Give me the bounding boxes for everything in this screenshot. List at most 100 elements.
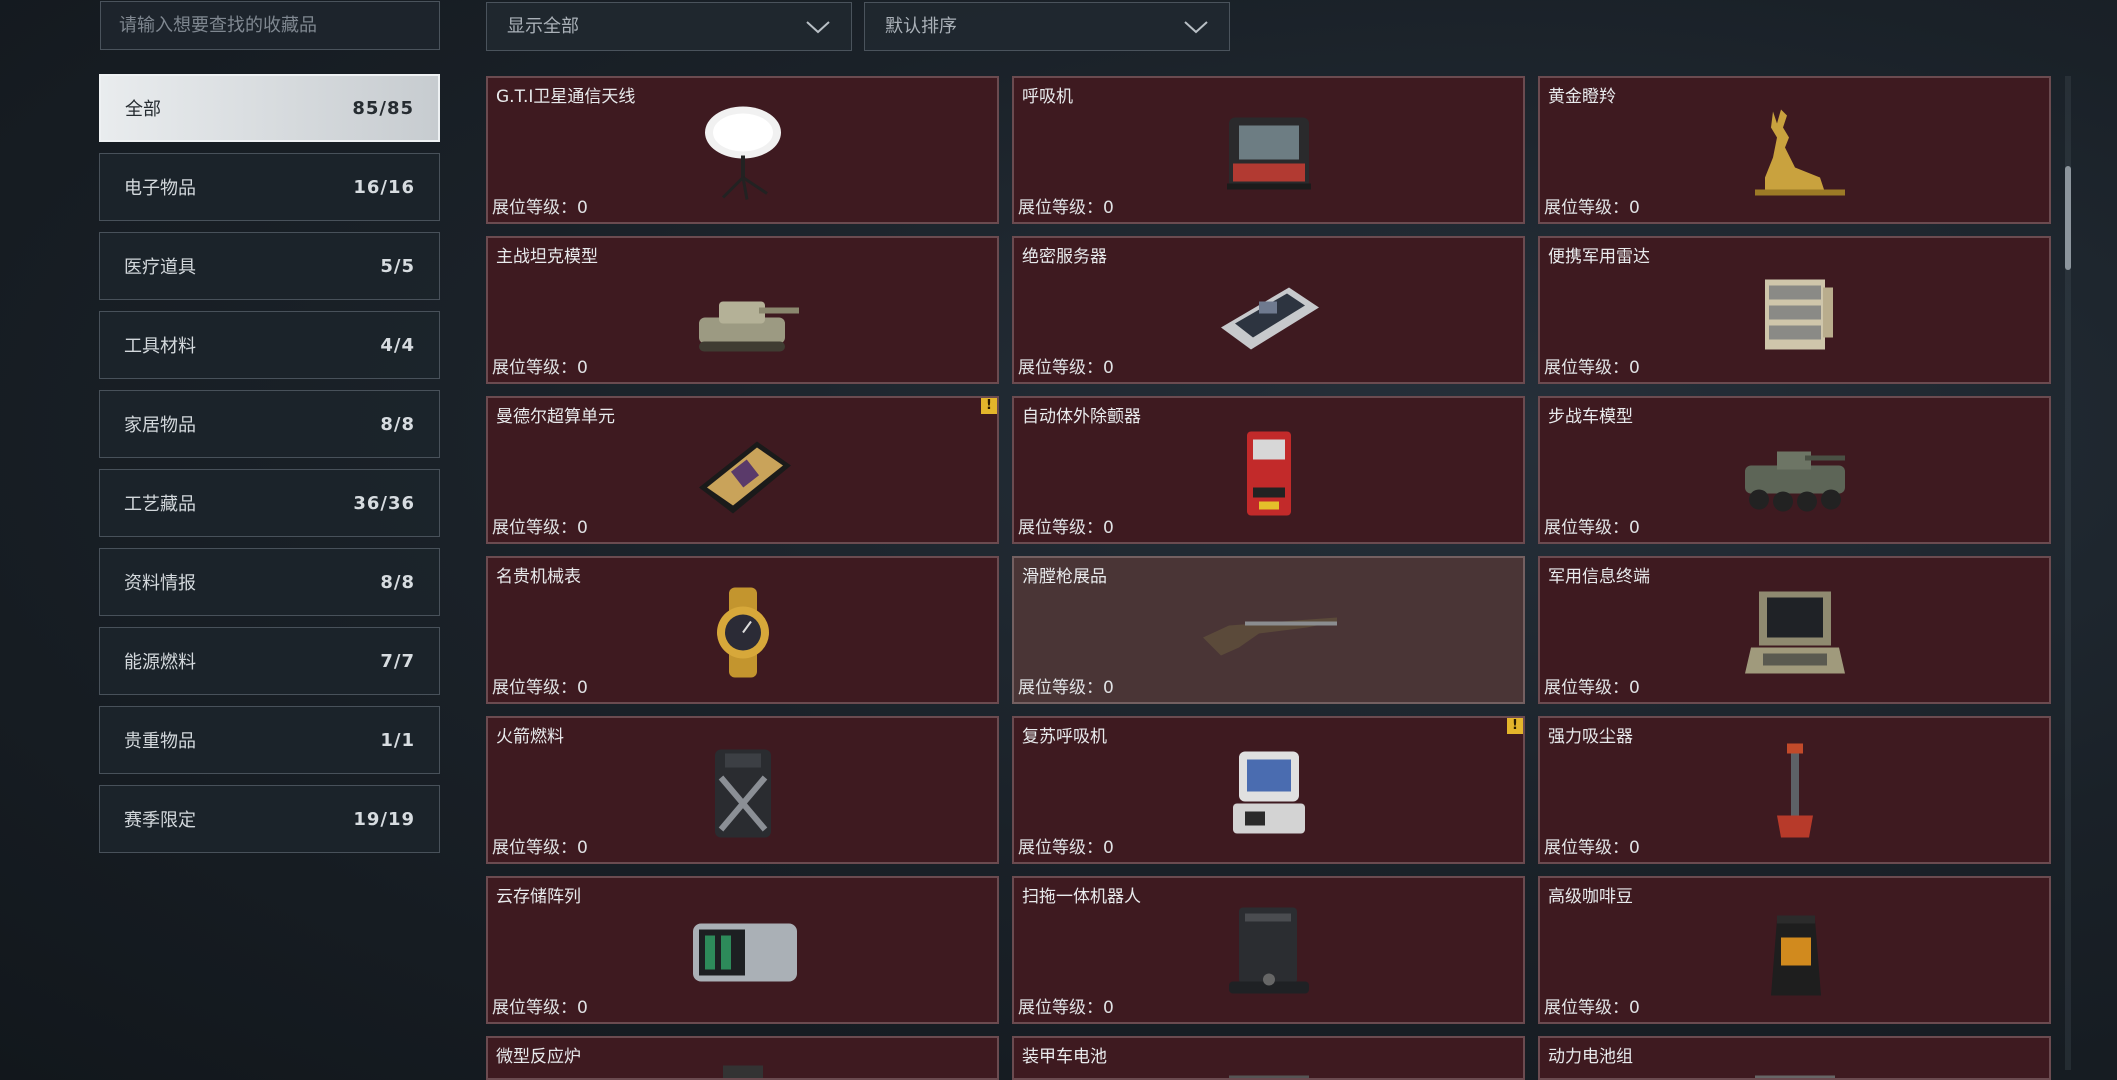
power-battery-pack-icon <box>1754 1075 1835 1078</box>
collection-card[interactable]: 云存储阵列 展位等级：0 <box>486 876 999 1024</box>
card-title: 装甲车电池 <box>1022 1047 1107 1067</box>
micro-reactor-icon <box>722 1065 763 1078</box>
alert-badge-icon: ! <box>1507 718 1523 734</box>
display-filter-dropdown[interactable]: 显示全部 <box>486 2 852 51</box>
radar-icon <box>1764 279 1833 350</box>
collection-card[interactable]: 名贵机械表 展位等级：0 <box>486 556 999 704</box>
card-title: G.T.I卫星通信天线 <box>496 87 636 107</box>
sidebar-item-label: 能源燃料 <box>124 652 196 673</box>
card-level: 展位等级：0 <box>1544 198 1640 218</box>
card-level: 展位等级：0 <box>1018 518 1114 538</box>
sidebar-item-label: 赛季限定 <box>124 810 196 831</box>
sidebar-item-6[interactable]: 资料情报 8/8 <box>99 548 440 616</box>
collection-card[interactable]: 绝密服务器展位等级：0 <box>1012 236 1525 384</box>
sidebar-item-0[interactable]: 全部 85/85 <box>99 74 440 142</box>
sidebar-item-label: 资料情报 <box>124 573 196 594</box>
card-level: 展位等级：0 <box>492 518 588 538</box>
collection-card[interactable]: 滑膛枪展品展位等级：0 <box>1012 556 1525 704</box>
card-title: 黄金瞪羚 <box>1548 87 1616 107</box>
card-title: 滑膛枪展品 <box>1022 567 1107 587</box>
sidebar-item-count: 1/1 <box>380 729 415 751</box>
card-level: 展位等级：0 <box>1018 998 1114 1018</box>
sort-value: 默认排序 <box>885 16 957 37</box>
robot-vacuum-icon <box>1228 907 1309 994</box>
collection-card[interactable]: 高级咖啡豆 展位等级：0 <box>1538 876 2051 1024</box>
card-title: 动力电池组 <box>1548 1047 1633 1067</box>
sidebar-item-3[interactable]: 工具材料 4/4 <box>99 311 440 379</box>
collection-card[interactable]: 军用信息终端 展位等级：0 <box>1538 556 2051 704</box>
display-filter-value: 显示全部 <box>507 16 579 37</box>
collection-card[interactable]: 自动体外除颤器展位等级：0 <box>1012 396 1525 544</box>
card-level: 展位等级：0 <box>492 358 588 378</box>
sidebar-item-label: 医疗道具 <box>124 257 196 278</box>
sidebar-item-count: 8/8 <box>380 571 415 593</box>
scrollbar-thumb[interactable] <box>2065 166 2071 270</box>
server-icon <box>1220 287 1319 350</box>
card-title: 绝密服务器 <box>1022 247 1107 267</box>
sidebar-item-1[interactable]: 电子物品 16/16 <box>99 153 440 221</box>
collection-card[interactable]: 呼吸机 展位等级：0 <box>1012 76 1525 224</box>
armored-battery-icon <box>1228 1075 1309 1078</box>
card-level: 展位等级：0 <box>492 838 588 858</box>
chevron-down-icon <box>1184 20 1208 33</box>
resuscitation-ventilator-icon <box>1232 751 1305 834</box>
card-level: 展位等级：0 <box>1018 358 1114 378</box>
card-title: 呼吸机 <box>1022 87 1073 107</box>
card-level: 展位等级：0 <box>492 678 588 698</box>
sidebar-item-count: 85/85 <box>352 97 414 119</box>
sidebar-item-9[interactable]: 赛季限定 19/19 <box>99 785 440 853</box>
sidebar-item-count: 19/19 <box>353 808 415 830</box>
collection-card[interactable]: 复苏呼吸机! 展位等级：0 <box>1012 716 1525 864</box>
card-title: 步战车模型 <box>1548 407 1633 427</box>
sidebar-item-8[interactable]: 贵重物品 1/1 <box>99 706 440 774</box>
rocket-fuel-icon <box>714 749 771 838</box>
sidebar-item-label: 工具材料 <box>124 336 196 357</box>
card-level: 展位等级：0 <box>1018 678 1114 698</box>
vacuum-cleaner-icon <box>1776 743 1813 838</box>
card-title: 主战坦克模型 <box>496 247 598 267</box>
collection-card[interactable]: 动力电池组 <box>1538 1036 2051 1080</box>
card-level: 展位等级：0 <box>1544 518 1640 538</box>
collection-card[interactable]: 曼德尔超算单元! 展位等级：0 <box>486 396 999 544</box>
sidebar-item-label: 家居物品 <box>124 415 196 436</box>
card-level: 展位等级：0 <box>492 998 588 1018</box>
collection-card[interactable]: G.T.I卫星通信天线展位等级：0 <box>486 76 999 224</box>
sidebar-item-label: 工艺藏品 <box>124 494 196 515</box>
storage-array-icon <box>692 923 797 982</box>
card-title: 微型反应炉 <box>496 1047 581 1067</box>
collection-card[interactable]: 便携军用雷达 展位等级：0 <box>1538 236 2051 384</box>
golden-gazelle-icon <box>1754 109 1845 196</box>
defibrillator-icon <box>1246 431 1291 516</box>
sort-dropdown[interactable]: 默认排序 <box>864 2 1230 51</box>
card-title: 强力吸尘器 <box>1548 727 1633 747</box>
ifv-model-icon <box>1744 451 1845 512</box>
collection-card[interactable]: 扫拖一体机器人展位等级：0 <box>1012 876 1525 1024</box>
collection-card[interactable]: 黄金瞪羚展位等级：0 <box>1538 76 2051 224</box>
card-level: 展位等级：0 <box>492 198 588 218</box>
collection-card[interactable]: 步战车模型展位等级：0 <box>1538 396 2051 544</box>
sidebar-item-5[interactable]: 工艺藏品 36/36 <box>99 469 440 537</box>
musket-icon <box>1202 617 1337 656</box>
sidebar-item-label: 电子物品 <box>124 178 196 199</box>
collection-card[interactable]: 微型反应炉 <box>486 1036 999 1080</box>
card-title: 火箭燃料 <box>496 727 564 747</box>
sidebar-item-4[interactable]: 家居物品 8/8 <box>99 390 440 458</box>
sidebar-item-count: 5/5 <box>380 255 415 277</box>
collection-card[interactable]: 主战坦克模型展位等级：0 <box>486 236 999 384</box>
collection-card[interactable]: 强力吸尘器 展位等级：0 <box>1538 716 2051 864</box>
sidebar-item-7[interactable]: 能源燃料 7/7 <box>99 627 440 695</box>
tank-model-icon <box>698 301 799 352</box>
sidebar-item-2[interactable]: 医疗道具 5/5 <box>99 232 440 300</box>
search-input[interactable] <box>100 1 440 50</box>
card-level: 展位等级：0 <box>1544 998 1640 1018</box>
collection-card[interactable]: 火箭燃料展位等级：0 <box>486 716 999 864</box>
collection-card[interactable]: 装甲车电池 <box>1012 1036 1525 1080</box>
sidebar-item-label: 贵重物品 <box>124 731 196 752</box>
card-title: 复苏呼吸机 <box>1022 727 1107 747</box>
card-title: 曼德尔超算单元 <box>496 407 615 427</box>
card-level: 展位等级：0 <box>1544 358 1640 378</box>
sidebar-item-label: 全部 <box>125 99 161 120</box>
sidebar-item-count: 4/4 <box>380 334 415 356</box>
card-title: 自动体外除颤器 <box>1022 407 1141 427</box>
card-title: 扫拖一体机器人 <box>1022 887 1141 907</box>
